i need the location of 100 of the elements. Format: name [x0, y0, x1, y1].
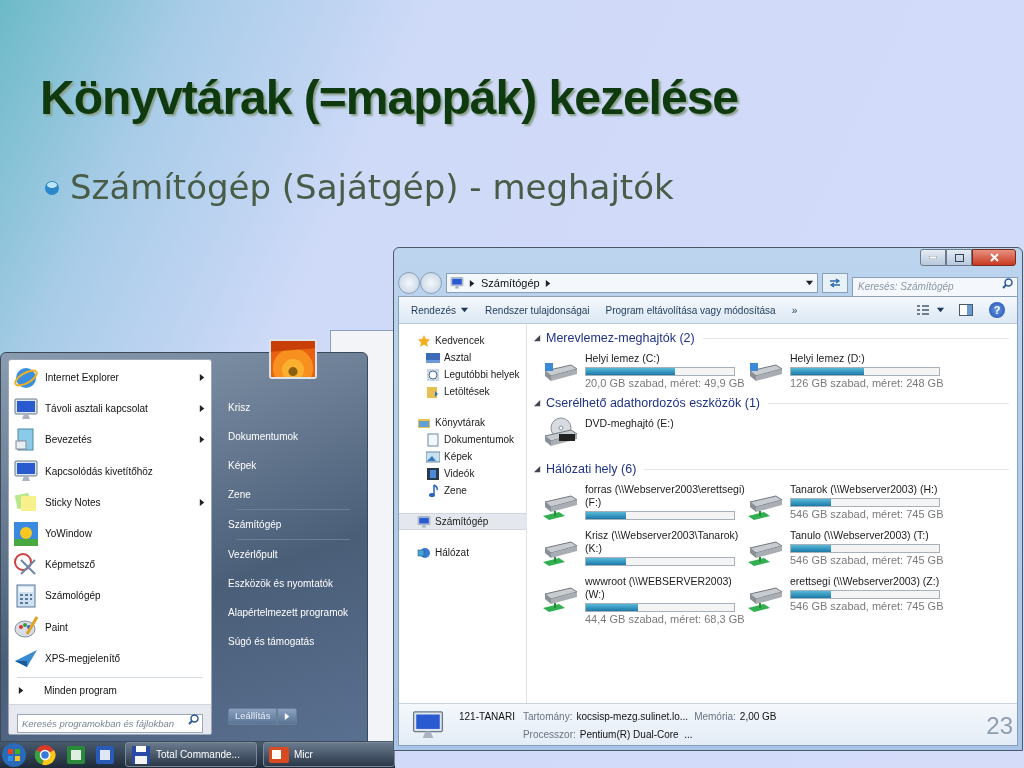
start-orb-icon: [1, 741, 28, 768]
drive-name: Tanarok (\\Webserver2003) (H:): [790, 483, 939, 496]
drive-name: Helyi lemez (C:): [585, 352, 661, 365]
monitor-icon: [13, 395, 39, 422]
palette-icon: [13, 614, 39, 641]
program-item[interactable]: Számológép: [9, 580, 211, 612]
minimize-button[interactable]: [920, 249, 946, 266]
maximize-icon: [954, 253, 964, 262]
close-icon: [989, 253, 999, 262]
detail-label: Memória:: [694, 710, 736, 724]
place-link[interactable]: Alapértelmezett programok: [222, 598, 360, 627]
toolbar-button[interactable]: Program eltávolítása vagy módosítása: [599, 299, 782, 321]
toolbar-button[interactable]: Rendszer tulajdonságai: [479, 299, 596, 321]
free-space-text: 546 GB szabad, méret: 745 GB: [790, 554, 945, 567]
nav-item[interactable]: Képek: [399, 448, 526, 465]
place-link[interactable]: Dokumentumok: [222, 422, 360, 451]
view-icon: [916, 304, 930, 316]
program-item[interactable]: Paint: [9, 611, 211, 643]
free-space-text: 20,0 GB szabad, méret: 49,9 GB: [585, 377, 746, 390]
refresh-icon: [829, 278, 841, 288]
presentation-icon: [268, 744, 290, 765]
drive-name: forras (\\Webserver2003\erettsegi) (F:): [585, 483, 746, 509]
drive-name: Helyi lemez (D:): [790, 352, 866, 365]
place-link[interactable]: Eszközök és nyomtatók: [222, 569, 360, 598]
program-item[interactable]: Bevezetés: [9, 424, 211, 456]
minimize-icon: [929, 256, 937, 259]
nav-item[interactable]: Zene: [399, 482, 526, 499]
submenu-arrow-icon: [198, 435, 207, 445]
search-field[interactable]: Keresés: Számítógép: [852, 276, 1018, 297]
slide-number: 23: [986, 711, 1013, 741]
place-link[interactable]: Vezérlőpult: [222, 540, 360, 569]
image-icon: [426, 450, 440, 463]
film-icon: [426, 466, 440, 481]
computer-name: 121-TANARI: [459, 710, 515, 724]
nav-item[interactable]: Hálózat: [399, 544, 526, 561]
address-bar[interactable]: Számítógép: [446, 273, 818, 293]
music-note-icon: [426, 483, 440, 498]
nav-item[interactable]: Számítógép: [399, 513, 526, 530]
collapse-icon: [533, 333, 542, 343]
group-header: Cserélhető adathordozós eszközök (1): [546, 394, 760, 412]
nav-item[interactable]: Legutóbbi helyek: [399, 366, 526, 383]
document-icon: [426, 432, 440, 447]
place-link[interactable]: Súgó és támogatás: [222, 627, 360, 656]
program-item[interactable]: Képmetsző: [9, 549, 211, 581]
star-icon: [417, 333, 431, 348]
program-item[interactable]: Internet Explorer: [9, 362, 211, 394]
maximize-button[interactable]: [946, 249, 972, 266]
slide-title: Könyvtárak (=mappák) kezelése: [40, 70, 740, 126]
drive-name: DVD-meghajtó (E:): [585, 417, 675, 430]
free-space-text: 546 GB szabad, méret: 745 GB: [790, 600, 945, 613]
collapse-icon: [533, 464, 542, 474]
group-header: Merevlemez-meghajtók (2): [546, 329, 695, 347]
caret-icon: [282, 712, 292, 721]
program-item[interactable]: Kapcsolódás kivetítőhöz: [9, 455, 211, 487]
close-button[interactable]: [972, 249, 1016, 266]
detail-value: kocsisp-mezg.sulinet.lo...: [576, 710, 689, 724]
bullet-text: Számítógép (Sajátgép) - meghajtók: [70, 166, 674, 209]
breadcrumb: Számítógép: [481, 275, 540, 291]
drive-name: wwwroot (\\WEBSERVER2003) (W:): [585, 575, 733, 601]
program-item[interactable]: YoWindow: [9, 517, 211, 550]
sun-icon: [13, 520, 39, 547]
computer-icon: [417, 514, 431, 529]
bullet-icon: [44, 179, 60, 196]
detail-label: Processzor:: [522, 728, 576, 742]
place-link[interactable]: Zene: [222, 480, 360, 509]
submenu-arrow-icon: [198, 497, 207, 507]
expand-arrow-icon: [17, 686, 26, 696]
computer-icon: [450, 276, 464, 290]
taskbar-window-button[interactable]: Micr: [263, 742, 395, 767]
refresh-button[interactable]: [822, 273, 848, 293]
free-space-text: 44,4 GB szabad, méret: 68,3 GB: [585, 613, 746, 626]
calculator-icon: [13, 582, 39, 609]
toolbar-button[interactable]: »: [785, 299, 804, 321]
shutdown-options-button[interactable]: [277, 708, 298, 725]
all-programs-item[interactable]: Minden program: [9, 677, 211, 704]
submenu-arrow-icon: [198, 373, 207, 383]
start-button[interactable]: [0, 741, 29, 768]
caret-icon: [468, 278, 477, 288]
caret-icon: [805, 278, 814, 288]
nav-item[interactable]: Kedvencek: [399, 332, 526, 349]
place-link[interactable]: Képek: [222, 451, 360, 480]
drive-name: erettsegi (\\Webserver2003) (Z:): [790, 575, 941, 588]
place-link[interactable]: Krisz: [222, 393, 360, 422]
nav-item[interactable]: Asztal: [399, 349, 526, 366]
toolbar-menu[interactable]: Rendezés: [405, 299, 476, 321]
collapse-icon: [533, 398, 542, 408]
help-button[interactable]: ?: [989, 302, 1005, 318]
program-item[interactable]: Sticky Notes: [9, 486, 211, 518]
place-link[interactable]: Számítógép: [222, 510, 360, 539]
program-item[interactable]: Távoli asztali kapcsolat: [9, 393, 211, 425]
program-item[interactable]: XPS-megjelenítő: [9, 642, 211, 674]
drive-name: Krisz (\\Webserver2003\Tanarok) (K:): [585, 529, 740, 555]
desktop-icon: [426, 351, 440, 364]
folder-icon: [426, 384, 440, 399]
nav-item[interactable]: Videók: [399, 465, 526, 482]
nav-item[interactable]: Könyvtárak: [399, 414, 526, 431]
nav-item[interactable]: Letöltések: [399, 383, 526, 400]
search-field[interactable]: Keresés programokban és fájlokban: [17, 713, 203, 733]
nav-item[interactable]: Dokumentumok: [399, 431, 526, 448]
taskbar-window-button[interactable]: Total Commande...: [125, 742, 257, 767]
